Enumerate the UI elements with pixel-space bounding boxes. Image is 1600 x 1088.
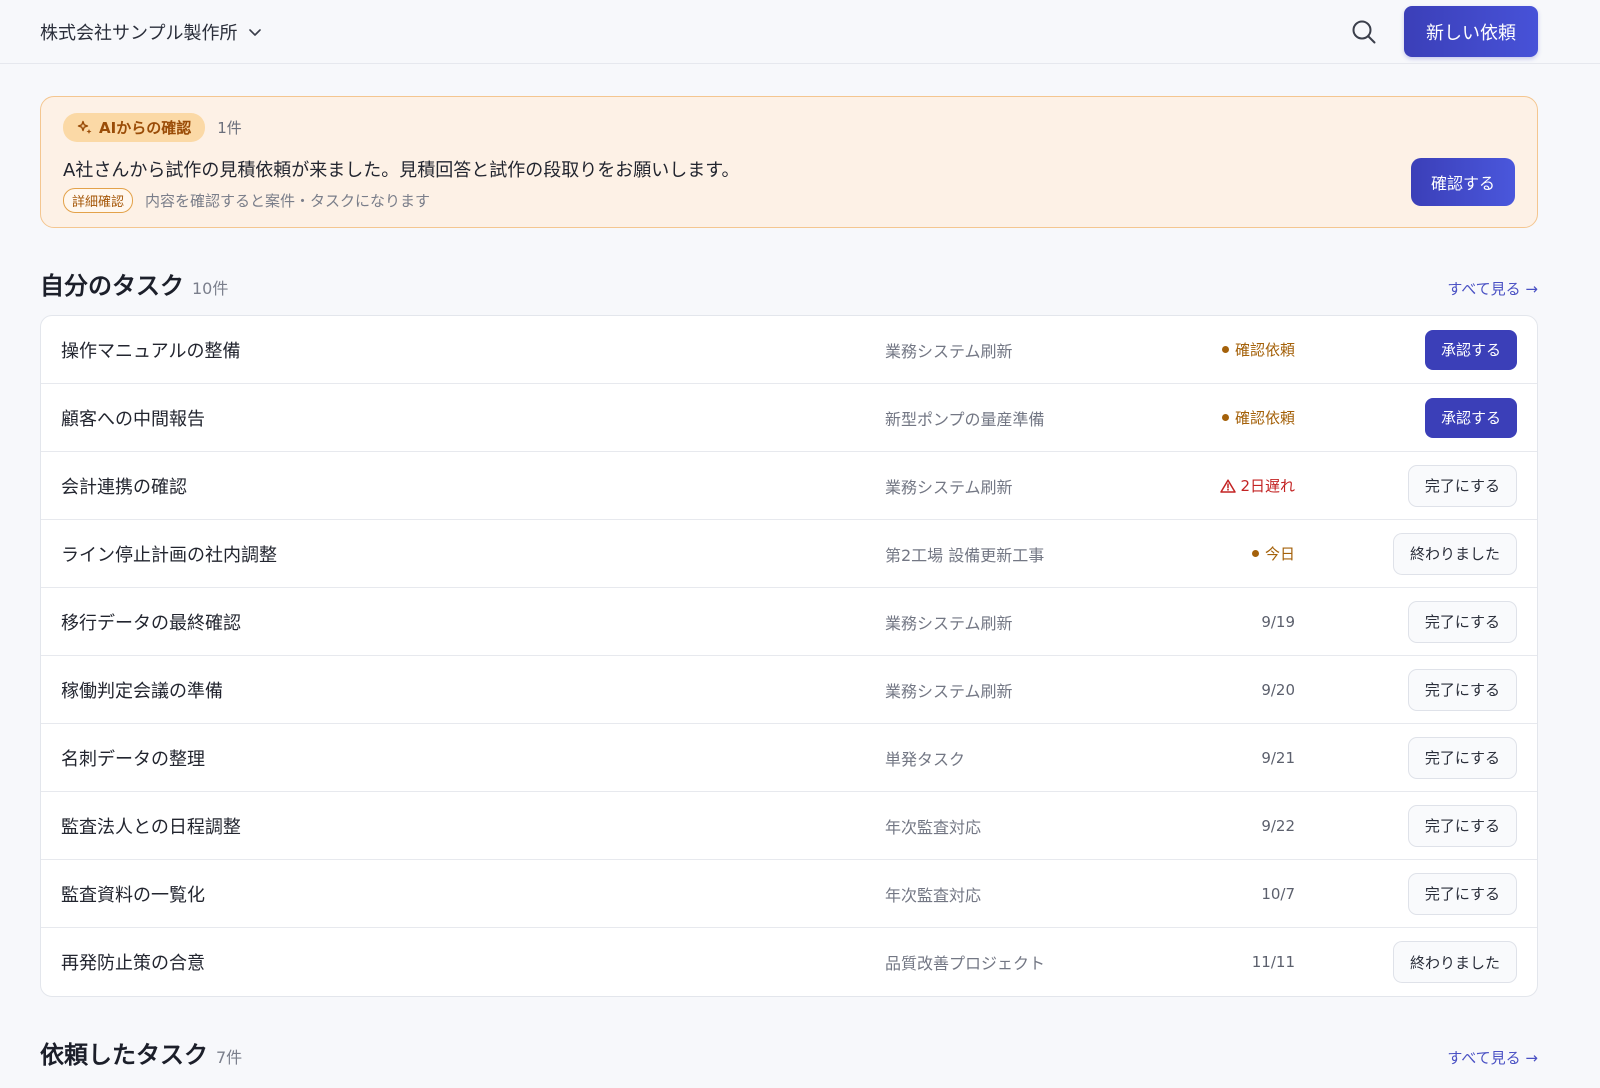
- task-action: 完了にする: [1295, 600, 1517, 643]
- search-icon: [1352, 20, 1376, 43]
- detail-tag: 詳細確認: [63, 188, 134, 213]
- ai-card-header: AIからの確認 1件: [63, 113, 1515, 142]
- my-tasks-header: 自分のタスク 10件 すべて見る →: [40, 266, 1538, 301]
- task-due-date: 9/21: [1261, 748, 1295, 767]
- task-row[interactable]: 再発防止策の合意 品質改善プロジェクト 11/11 終わりました: [41, 928, 1537, 996]
- done-button[interactable]: 終わりました: [1392, 941, 1517, 983]
- task-row[interactable]: 名刺データの整理 単発タスク 9/21 完了にする: [41, 724, 1537, 792]
- task-action: 終わりました: [1295, 941, 1517, 983]
- task-name: 監査法人との日程調整: [61, 816, 241, 838]
- ai-badge-label: AIからの確認: [99, 119, 192, 137]
- ai-confirmation-card: AIからの確認 1件 A社さんから試作の見積依頼が来ました。見積回答と試作の段取…: [40, 96, 1538, 228]
- ai-count: 1件: [217, 119, 242, 137]
- ai-confirm-button[interactable]: 確認する: [1410, 158, 1515, 206]
- task-status: 確認依頼: [1115, 407, 1295, 428]
- approve-button[interactable]: 承認する: [1424, 397, 1517, 438]
- complete-button[interactable]: 完了にする: [1407, 464, 1517, 507]
- task-name: 顧客への中間報告: [61, 408, 205, 430]
- done-button[interactable]: 終わりました: [1392, 532, 1517, 575]
- task-status-label: 確認依頼: [1234, 341, 1295, 359]
- requested-tasks-count: 7件: [216, 1048, 243, 1067]
- task-project: 業務システム刷新: [885, 341, 1013, 361]
- complete-button[interactable]: 完了にする: [1407, 668, 1517, 711]
- my-tasks-title: 自分のタスク: [40, 272, 184, 300]
- requested-tasks-header: 依頼したタスク 7件 すべて見る →: [40, 1035, 1538, 1070]
- task-name: 移行データの最終確認: [61, 612, 241, 634]
- task-action: 終わりました: [1295, 532, 1517, 575]
- task-status-label: 確認依頼: [1234, 409, 1295, 427]
- status-dot-icon: [1251, 550, 1259, 557]
- my-tasks-see-all-link[interactable]: すべて見る →: [1447, 278, 1538, 299]
- task-action: 完了にする: [1295, 872, 1517, 915]
- task-name: ライン停止計画の社内調整: [61, 544, 277, 566]
- my-tasks-count: 10件: [192, 279, 229, 298]
- task-status-label: 今日: [1264, 545, 1295, 563]
- status-dot-icon: [1221, 346, 1229, 353]
- task-project: 年次監査対応: [885, 817, 982, 837]
- requested-tasks-see-all-link[interactable]: すべて見る →: [1447, 1047, 1538, 1068]
- task-name: 監査資料の一覧化: [61, 884, 205, 906]
- task-name: 稼働判定会議の準備: [61, 680, 223, 702]
- task-status: 確認依頼: [1115, 339, 1295, 360]
- org-switcher[interactable]: 株式会社サンプル製作所: [40, 19, 263, 45]
- task-project: 第2工場 設備更新工事: [885, 545, 1045, 565]
- ai-sub-row: 詳細確認 内容を確認すると案件・タスクになります: [63, 188, 1515, 213]
- task-row[interactable]: 監査資料の一覧化 年次監査対応 10/7 完了にする: [41, 860, 1537, 928]
- top-actions: 新しい依頼: [1346, 6, 1538, 57]
- task-row[interactable]: ライン停止計画の社内調整 第2工場 設備更新工事 今日 終わりました: [41, 520, 1537, 588]
- task-row[interactable]: 操作マニュアルの整備 業務システム刷新 確認依頼 承認する: [41, 316, 1537, 384]
- sparkle-icon: [77, 120, 92, 134]
- complete-button[interactable]: 完了にする: [1407, 736, 1517, 779]
- top-bar: 株式会社サンプル製作所 新しい依頼: [0, 0, 1600, 64]
- search-button[interactable]: [1346, 14, 1382, 50]
- main-content: AIからの確認 1件 A社さんから試作の見積依頼が来ました。見積回答と試作の段取…: [0, 64, 1600, 1070]
- task-name: 会計連携の確認: [61, 476, 187, 498]
- complete-button[interactable]: 完了にする: [1407, 872, 1517, 915]
- my-tasks-title-group: 自分のタスク 10件: [40, 266, 228, 301]
- task-action: 完了にする: [1295, 668, 1517, 711]
- ai-message: A社さんから試作の見積依頼が来ました。見積回答と試作の段取りをお願いします。: [63, 160, 740, 181]
- task-action: 完了にする: [1295, 464, 1517, 507]
- approve-button[interactable]: 承認する: [1424, 329, 1517, 370]
- requested-tasks-title: 依頼したタスク: [40, 1041, 208, 1069]
- org-name: 株式会社サンプル製作所: [40, 22, 238, 44]
- task-name: 再発防止策の合意: [61, 953, 205, 974]
- task-project: 業務システム刷新: [885, 613, 1013, 633]
- task-due-date: 9/22: [1261, 816, 1295, 835]
- task-due-date: 9/19: [1261, 612, 1295, 631]
- task-project: 品質改善プロジェクト: [885, 954, 1046, 973]
- my-tasks-list: 操作マニュアルの整備 業務システム刷新 確認依頼 承認する 顧客への中間報告 新…: [40, 315, 1538, 997]
- ai-hint: 内容を確認すると案件・タスクになります: [145, 192, 431, 210]
- new-request-button[interactable]: 新しい依頼: [1404, 6, 1538, 57]
- task-row[interactable]: 監査法人との日程調整 年次監査対応 9/22 完了にする: [41, 792, 1537, 860]
- task-due-date: 10/7: [1261, 884, 1295, 903]
- task-status: 今日: [1115, 543, 1295, 564]
- task-project: 新型ポンプの量産準備: [885, 409, 1045, 429]
- task-name: 操作マニュアルの整備: [61, 340, 241, 362]
- task-project: 業務システム刷新: [885, 477, 1013, 497]
- task-project: 業務システム刷新: [885, 681, 1013, 701]
- ai-badge: AIからの確認: [63, 113, 206, 142]
- task-status-label: 2日遅れ: [1240, 477, 1295, 495]
- task-row[interactable]: 稼働判定会議の準備 業務システム刷新 9/20 完了にする: [41, 656, 1537, 724]
- task-row[interactable]: 顧客への中間報告 新型ポンプの量産準備 確認依頼 承認する: [41, 384, 1537, 452]
- chevron-down-icon: [249, 28, 262, 36]
- warning-icon: [1220, 478, 1237, 493]
- task-due-date: 9/20: [1261, 680, 1295, 699]
- status-dot-icon: [1221, 414, 1229, 421]
- task-row[interactable]: 会計連携の確認 業務システム刷新 2日遅れ 完了にする: [41, 452, 1537, 520]
- task-action: 完了にする: [1295, 804, 1517, 847]
- complete-button[interactable]: 完了にする: [1407, 600, 1517, 643]
- task-project: 単発タスク: [885, 749, 966, 769]
- requested-tasks-title-group: 依頼したタスク 7件: [40, 1035, 242, 1070]
- complete-button[interactable]: 完了にする: [1407, 804, 1517, 847]
- task-action: 承認する: [1295, 397, 1517, 438]
- task-project: 年次監査対応: [885, 885, 982, 905]
- task-action: 完了にする: [1295, 736, 1517, 779]
- task-action: 承認する: [1295, 329, 1517, 370]
- task-row[interactable]: 移行データの最終確認 業務システム刷新 9/19 完了にする: [41, 588, 1537, 656]
- task-name: 名刺データの整理: [61, 748, 205, 770]
- task-due-date: 11/11: [1251, 953, 1295, 971]
- task-status: 2日遅れ: [1115, 475, 1295, 496]
